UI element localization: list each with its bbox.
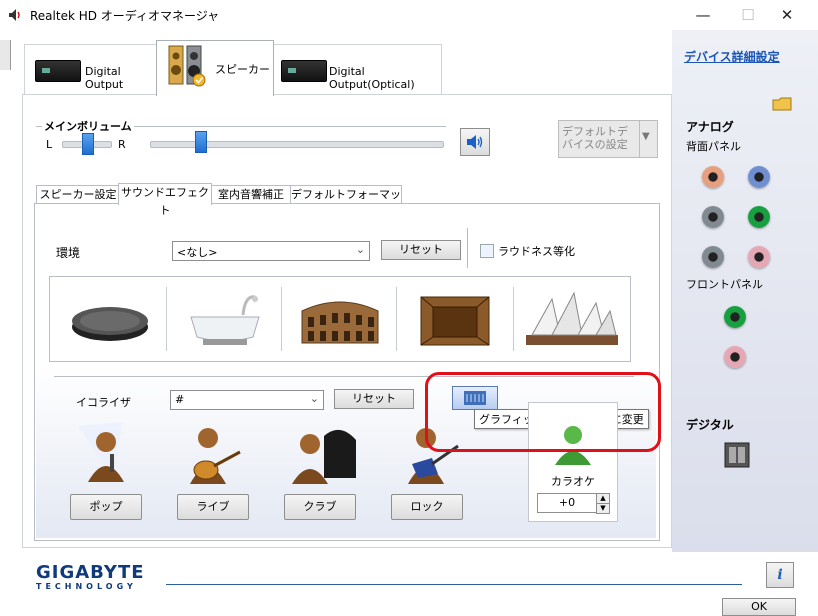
tab-speaker[interactable]: スピーカー (156, 40, 274, 96)
rear-jack-5[interactable] (702, 246, 724, 268)
environment-reset-button[interactable]: リセット (381, 240, 461, 260)
rear-jack-4[interactable] (748, 206, 770, 228)
tab-room-correction[interactable]: 室内音響補正 (210, 185, 292, 204)
club-figure (290, 418, 360, 488)
pop-figure (70, 418, 140, 488)
karaoke-label: カラオケ (551, 475, 595, 488)
connector-sidebar: デバイス詳細設定 アナログ 背面パネル フロントパネル デジタル (672, 30, 818, 614)
gigabyte-logo-sub: TECHNOLOGY (36, 582, 137, 591)
rear-jack-2[interactable] (748, 166, 770, 188)
volume-slider-thumb[interactable] (195, 131, 207, 153)
loudness-label: ラウドネス等化 (498, 245, 575, 258)
close-button[interactable]: ✕ (764, 0, 810, 30)
env-preset-4[interactable] (397, 277, 513, 361)
club-preset-button[interactable]: クラブ (284, 494, 356, 520)
env-preset-1[interactable] (50, 277, 166, 361)
gigabyte-logo: GIGABYTE (36, 562, 145, 583)
colosseum-icon (301, 301, 379, 344)
bottom-bar: GIGABYTE TECHNOLOGY i OK (0, 552, 818, 616)
front-jack-2[interactable] (724, 346, 746, 368)
balance-right-label: R (118, 138, 126, 151)
highlight-annotation (425, 372, 661, 452)
chevron-down-icon: ⌄ (309, 392, 319, 405)
rear-panel-label: 背面パネル (686, 140, 741, 153)
tab-default-format[interactable]: デフォルトフォーマット (290, 185, 402, 219)
env-preset-2[interactable] (167, 277, 281, 361)
wooden-room-icon (420, 296, 490, 346)
tab-label: Digital Output (85, 65, 124, 91)
vertical-divider (467, 228, 468, 268)
speaker-app-icon (9, 9, 20, 21)
default-device-button[interactable]: デフォルトデバイスの設定 ▼ (558, 120, 658, 158)
window-title: Realtek HD オーディオマネージャ (30, 9, 220, 23)
opera-house-icon (526, 291, 618, 345)
rear-jack-3[interactable] (702, 206, 724, 228)
tab-label: Digital Output(Optical) (329, 65, 415, 91)
pop-preset-button[interactable]: ポップ (70, 494, 142, 520)
minimize-button[interactable]: — (680, 0, 726, 30)
tab-digital-output-optical[interactable]: Digital Output(Optical) (272, 44, 442, 95)
folder-icon[interactable] (772, 96, 792, 112)
pop-singer-icon (78, 422, 124, 482)
info-button[interactable]: i (766, 562, 794, 588)
equalizer-dropdown[interactable]: # ⌄ (170, 390, 324, 410)
guitarist-icon (190, 428, 241, 484)
title-bar: Realtek HD オーディオマネージャ — ☐ ✕ (0, 0, 818, 30)
bottom-divider (166, 584, 742, 585)
digital-title: デジタル (686, 418, 734, 432)
balance-left-label: L (46, 138, 53, 151)
karaoke-value-field[interactable]: +0 (537, 493, 597, 513)
bathtub-icon (190, 295, 260, 345)
environment-dropdown[interactable]: <なし> ⌄ (172, 241, 370, 261)
chevron-down-icon: ⌄ (355, 243, 365, 256)
tab-speaker-config[interactable]: スピーカー設定 (36, 185, 120, 204)
env-preset-3[interactable] (282, 277, 396, 361)
split-separator (639, 121, 640, 157)
rear-jack-1[interactable] (702, 166, 724, 188)
equalizer-reset-button[interactable]: リセット (334, 389, 414, 409)
default-device-label: デフォルトデバイスの設定 (562, 125, 628, 151)
karaoke-decrement-button[interactable]: ▼ (596, 503, 610, 514)
chevron-down-icon: ▼ (642, 131, 650, 142)
digital-connector-icon[interactable] (724, 442, 750, 468)
mute-button[interactable] (460, 128, 490, 156)
rock-preset-button[interactable]: ロック (391, 494, 463, 520)
speaker-device-icon (168, 45, 206, 87)
analog-title: アナログ (686, 120, 734, 134)
front-panel-label: フロントパネル (686, 278, 763, 291)
optical-output-device-icon (281, 60, 327, 82)
tab-digital-output[interactable]: Digital Output (24, 44, 158, 95)
equalizer-selected: # (175, 393, 185, 406)
pianist-icon (292, 429, 356, 484)
loudness-checkbox[interactable] (480, 244, 494, 258)
live-preset-button[interactable]: ライブ (177, 494, 249, 520)
main-volume-label: メインボリューム (42, 118, 134, 134)
environment-preset-strip (49, 276, 631, 362)
speaker-volume-icon (467, 135, 483, 149)
tab-sound-effects[interactable]: サウンドエフェクト (118, 183, 212, 217)
digital-output-device-icon (35, 60, 81, 82)
rear-jack-6[interactable] (748, 246, 770, 268)
ok-button[interactable]: OK (722, 598, 796, 616)
live-figure (178, 424, 248, 488)
stone-disc-icon (72, 307, 148, 341)
front-jack-1[interactable] (724, 306, 746, 328)
tab-label: スピーカー (215, 63, 270, 76)
balance-slider-thumb[interactable] (82, 133, 94, 155)
device-settings-link[interactable]: デバイス詳細設定 (684, 48, 780, 65)
equalizer-label: イコライザ (76, 396, 131, 409)
environment-label: 環境 (56, 246, 81, 260)
background-window-edge (0, 40, 11, 70)
environment-selected: <なし> (177, 246, 218, 259)
env-preset-5[interactable] (514, 277, 630, 361)
